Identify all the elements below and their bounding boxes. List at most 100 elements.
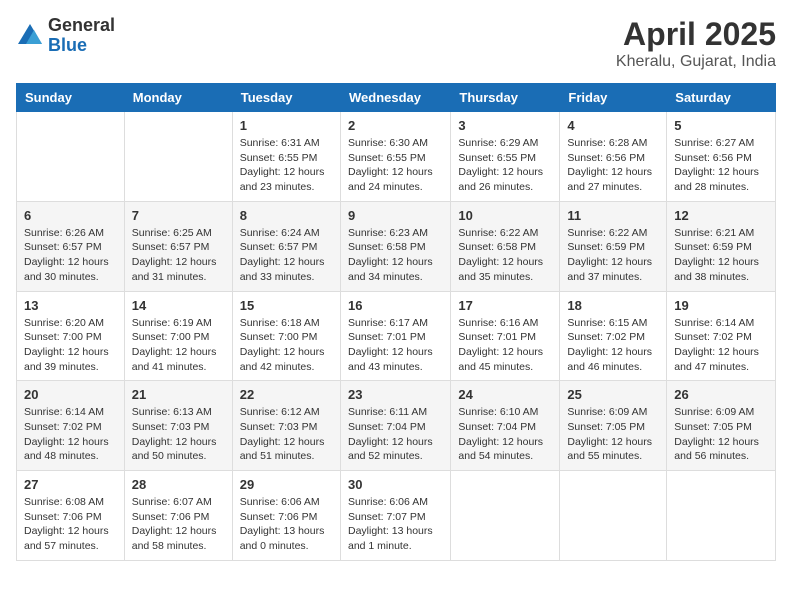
day-number: 4 xyxy=(567,118,659,133)
cell-sun-info: Sunrise: 6:21 AM Sunset: 6:59 PM Dayligh… xyxy=(674,226,768,285)
calendar-week-row: 27Sunrise: 6:08 AM Sunset: 7:06 PM Dayli… xyxy=(17,471,776,561)
cell-sun-info: Sunrise: 6:12 AM Sunset: 7:03 PM Dayligh… xyxy=(240,405,333,464)
calendar-day-cell: 13 Sunrise: 6:20 AM Sunset: 7:00 PM Dayli… xyxy=(17,291,125,381)
day-number: 12 xyxy=(674,208,768,223)
day-number: 10 xyxy=(458,208,552,223)
cell-sun-info: Sunrise: 6:25 AM Sunset: 6:57 PM Dayligh… xyxy=(132,226,225,285)
weekday-header-row: SundayMondayTuesdayWednesdayThursdayFrid… xyxy=(17,84,776,112)
calendar-day-cell: 25Sunrise: 6:09 AM Sunset: 7:05 PM Dayli… xyxy=(560,381,667,471)
day-number: 11 xyxy=(567,208,659,223)
calendar-day-cell xyxy=(451,471,560,561)
calendar-day-cell: 2 Sunrise: 6:30 AM Sunset: 6:55 PM Daylig… xyxy=(340,112,450,202)
calendar-week-row: 13 Sunrise: 6:20 AM Sunset: 7:00 PM Dayli… xyxy=(17,291,776,381)
calendar-day-cell: 22 Sunrise: 6:12 AM Sunset: 7:03 PM Dayli… xyxy=(232,381,340,471)
day-number: 26 xyxy=(674,387,768,402)
day-number: 8 xyxy=(240,208,333,223)
cell-sun-info: Sunrise: 6:15 AM Sunset: 7:02 PM Dayligh… xyxy=(567,316,659,375)
calendar-day-cell: 28 Sunrise: 6:07 AM Sunset: 7:06 PM Dayli… xyxy=(124,471,232,561)
calendar-day-cell: 26 Sunrise: 6:09 AM Sunset: 7:05 PM Dayli… xyxy=(667,381,776,471)
calendar-day-cell xyxy=(17,112,125,202)
cell-sun-info: Sunrise: 6:22 AM Sunset: 6:58 PM Dayligh… xyxy=(458,226,552,285)
cell-sun-info: Sunrise: 6:13 AM Sunset: 7:03 PM Dayligh… xyxy=(132,405,225,464)
day-number: 13 xyxy=(24,298,117,313)
calendar-day-cell: 24 Sunrise: 6:10 AM Sunset: 7:04 PM Dayli… xyxy=(451,381,560,471)
calendar-day-cell xyxy=(560,471,667,561)
calendar-body: 1Sunrise: 6:31 AM Sunset: 6:55 PM Daylig… xyxy=(17,112,776,561)
day-number: 23 xyxy=(348,387,443,402)
calendar-day-cell: 3Sunrise: 6:29 AM Sunset: 6:55 PM Daylig… xyxy=(451,112,560,202)
calendar-day-cell xyxy=(124,112,232,202)
day-number: 15 xyxy=(240,298,333,313)
day-number: 22 xyxy=(240,387,333,402)
cell-sun-info: Sunrise: 6:28 AM Sunset: 6:56 PM Dayligh… xyxy=(567,136,659,195)
calendar-day-cell: 12 Sunrise: 6:21 AM Sunset: 6:59 PM Dayli… xyxy=(667,201,776,291)
day-number: 16 xyxy=(348,298,443,313)
cell-sun-info: Sunrise: 6:30 AM Sunset: 6:55 PM Dayligh… xyxy=(348,136,443,195)
cell-sun-info: Sunrise: 6:17 AM Sunset: 7:01 PM Dayligh… xyxy=(348,316,443,375)
weekday-header-cell: Tuesday xyxy=(232,84,340,112)
cell-sun-info: Sunrise: 6:24 AM Sunset: 6:57 PM Dayligh… xyxy=(240,226,333,285)
calendar-day-cell: 30Sunrise: 6:06 AM Sunset: 7:07 PM Dayli… xyxy=(340,471,450,561)
calendar-day-cell: 17Sunrise: 6:16 AM Sunset: 7:01 PM Dayli… xyxy=(451,291,560,381)
calendar-day-cell: 11 Sunrise: 6:22 AM Sunset: 6:59 PM Dayli… xyxy=(560,201,667,291)
cell-sun-info: Sunrise: 6:20 AM Sunset: 7:00 PM Dayligh… xyxy=(24,316,117,375)
calendar-day-cell: 23 Sunrise: 6:11 AM Sunset: 7:04 PM Dayli… xyxy=(340,381,450,471)
calendar-day-cell: 27Sunrise: 6:08 AM Sunset: 7:06 PM Dayli… xyxy=(17,471,125,561)
weekday-header-cell: Wednesday xyxy=(340,84,450,112)
day-number: 29 xyxy=(240,477,333,492)
cell-sun-info: Sunrise: 6:26 AM Sunset: 6:57 PM Dayligh… xyxy=(24,226,117,285)
calendar-day-cell: 19Sunrise: 6:14 AM Sunset: 7:02 PM Dayli… xyxy=(667,291,776,381)
calendar-day-cell: 9 Sunrise: 6:23 AM Sunset: 6:58 PM Daylig… xyxy=(340,201,450,291)
logo-icon xyxy=(16,22,44,50)
cell-sun-info: Sunrise: 6:29 AM Sunset: 6:55 PM Dayligh… xyxy=(458,136,552,195)
day-number: 28 xyxy=(132,477,225,492)
header: General Blue April 2025 Kheralu, Gujarat… xyxy=(16,16,776,71)
weekday-header-cell: Saturday xyxy=(667,84,776,112)
weekday-header-cell: Monday xyxy=(124,84,232,112)
cell-sun-info: Sunrise: 6:08 AM Sunset: 7:06 PM Dayligh… xyxy=(24,495,117,554)
calendar-day-cell: 8 Sunrise: 6:24 AM Sunset: 6:57 PM Daylig… xyxy=(232,201,340,291)
calendar-day-cell: 20Sunrise: 6:14 AM Sunset: 7:02 PM Dayli… xyxy=(17,381,125,471)
calendar-day-cell: 15 Sunrise: 6:18 AM Sunset: 7:00 PM Dayli… xyxy=(232,291,340,381)
cell-sun-info: Sunrise: 6:09 AM Sunset: 7:05 PM Dayligh… xyxy=(674,405,768,464)
location-title: Kheralu, Gujarat, India xyxy=(616,53,776,71)
calendar-day-cell xyxy=(667,471,776,561)
calendar-day-cell: 14Sunrise: 6:19 AM Sunset: 7:00 PM Dayli… xyxy=(124,291,232,381)
calendar-day-cell: 1Sunrise: 6:31 AM Sunset: 6:55 PM Daylig… xyxy=(232,112,340,202)
cell-sun-info: Sunrise: 6:09 AM Sunset: 7:05 PM Dayligh… xyxy=(567,405,659,464)
calendar-day-cell: 4 Sunrise: 6:28 AM Sunset: 6:56 PM Daylig… xyxy=(560,112,667,202)
day-number: 21 xyxy=(132,387,225,402)
cell-sun-info: Sunrise: 6:11 AM Sunset: 7:04 PM Dayligh… xyxy=(348,405,443,464)
cell-sun-info: Sunrise: 6:27 AM Sunset: 6:56 PM Dayligh… xyxy=(674,136,768,195)
weekday-header-cell: Sunday xyxy=(17,84,125,112)
cell-sun-info: Sunrise: 6:22 AM Sunset: 6:59 PM Dayligh… xyxy=(567,226,659,285)
day-number: 18 xyxy=(567,298,659,313)
calendar-week-row: 1Sunrise: 6:31 AM Sunset: 6:55 PM Daylig… xyxy=(17,112,776,202)
day-number: 30 xyxy=(348,477,443,492)
cell-sun-info: Sunrise: 6:18 AM Sunset: 7:00 PM Dayligh… xyxy=(240,316,333,375)
calendar-week-row: 20Sunrise: 6:14 AM Sunset: 7:02 PM Dayli… xyxy=(17,381,776,471)
cell-sun-info: Sunrise: 6:07 AM Sunset: 7:06 PM Dayligh… xyxy=(132,495,225,554)
day-number: 9 xyxy=(348,208,443,223)
calendar-day-cell: 16 Sunrise: 6:17 AM Sunset: 7:01 PM Dayli… xyxy=(340,291,450,381)
day-number: 2 xyxy=(348,118,443,133)
calendar-day-cell: 18 Sunrise: 6:15 AM Sunset: 7:02 PM Dayli… xyxy=(560,291,667,381)
calendar-table: SundayMondayTuesdayWednesdayThursdayFrid… xyxy=(16,83,776,561)
logo-blue-text: Blue xyxy=(48,36,115,56)
day-number: 7 xyxy=(132,208,225,223)
calendar-day-cell: 6Sunrise: 6:26 AM Sunset: 6:57 PM Daylig… xyxy=(17,201,125,291)
cell-sun-info: Sunrise: 6:23 AM Sunset: 6:58 PM Dayligh… xyxy=(348,226,443,285)
calendar-day-cell: 5Sunrise: 6:27 AM Sunset: 6:56 PM Daylig… xyxy=(667,112,776,202)
day-number: 17 xyxy=(458,298,552,313)
cell-sun-info: Sunrise: 6:10 AM Sunset: 7:04 PM Dayligh… xyxy=(458,405,552,464)
day-number: 24 xyxy=(458,387,552,402)
calendar-day-cell: 10 Sunrise: 6:22 AM Sunset: 6:58 PM Dayli… xyxy=(451,201,560,291)
cell-sun-info: Sunrise: 6:14 AM Sunset: 7:02 PM Dayligh… xyxy=(674,316,768,375)
calendar-day-cell: 29Sunrise: 6:06 AM Sunset: 7:06 PM Dayli… xyxy=(232,471,340,561)
calendar-day-cell: 7 Sunrise: 6:25 AM Sunset: 6:57 PM Daylig… xyxy=(124,201,232,291)
calendar-week-row: 6Sunrise: 6:26 AM Sunset: 6:57 PM Daylig… xyxy=(17,201,776,291)
weekday-header-cell: Thursday xyxy=(451,84,560,112)
cell-sun-info: Sunrise: 6:19 AM Sunset: 7:00 PM Dayligh… xyxy=(132,316,225,375)
cell-sun-info: Sunrise: 6:14 AM Sunset: 7:02 PM Dayligh… xyxy=(24,405,117,464)
title-area: April 2025 Kheralu, Gujarat, India xyxy=(616,16,776,71)
